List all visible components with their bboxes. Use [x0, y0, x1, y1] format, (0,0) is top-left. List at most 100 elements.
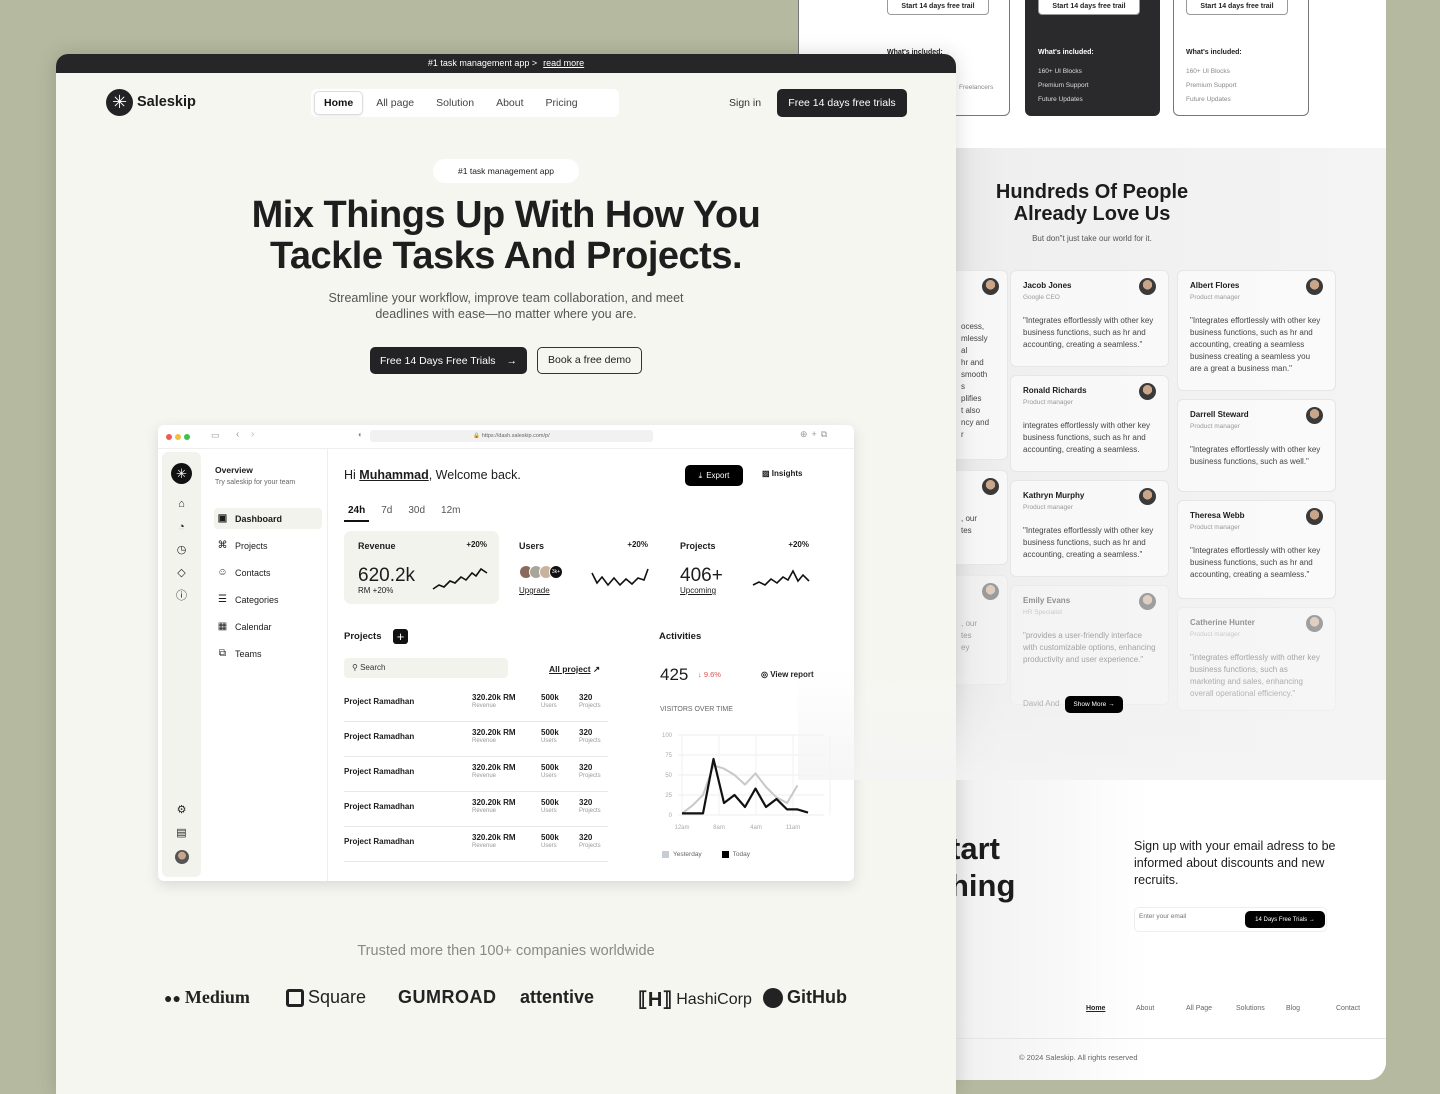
project-row[interactable]: Project Ramadhan 320.20k RM Revenue 500k U…: [344, 687, 608, 722]
reviewer-role: Google CEO: [1023, 294, 1060, 301]
sidebar-item-projects[interactable]: ⌘ Projects: [214, 535, 322, 556]
start-trial-button[interactable]: Start 14 days free trail: [1038, 0, 1140, 15]
insights-button[interactable]: ▨ Insights: [762, 469, 802, 478]
bank-icon[interactable]: ▤: [175, 827, 188, 840]
upcoming-link[interactable]: Upcoming: [680, 586, 716, 595]
start-trial-button[interactable]: Start 14 days free trail: [1186, 0, 1288, 15]
start-trial-button[interactable]: Start 14 days free trail: [887, 0, 989, 15]
project-row[interactable]: Project Ramadhan 320.20k RM Revenue 500k U…: [344, 792, 608, 827]
range-tab[interactable]: 24h: [344, 505, 370, 522]
project-row[interactable]: Project Ramadhan 320.20k RM Revenue 500k U…: [344, 757, 608, 792]
sidebar-item-categories[interactable]: ☰ Categories: [214, 589, 322, 610]
project-search-input[interactable]: ⚲ Search: [344, 658, 508, 678]
read-more-link[interactable]: read more: [543, 58, 584, 68]
sidebar-toggle-icon[interactable]: ▭: [211, 430, 220, 441]
review-quote: "integrates effortlessly with other key …: [1190, 653, 1320, 698]
nav-home[interactable]: Home: [314, 91, 364, 115]
partial-quote-line: al: [961, 346, 968, 355]
feature-item: Future Updates: [1038, 96, 1083, 103]
footer-link[interactable]: Contact: [1336, 1005, 1386, 1012]
partial-quote-line: smooth: [961, 370, 988, 379]
footer-link[interactable]: Solutions: [1236, 1005, 1286, 1012]
download-icon: ⤓: [698, 470, 703, 480]
testimonial-card: Jacob Jones Google CEO "Integrates effortl…: [1010, 270, 1169, 367]
testimonial-partial-name: David And: [1023, 699, 1060, 708]
chart-title: VISITORS OVER TIME: [660, 706, 733, 713]
reviewer-role: Product manager: [1190, 524, 1240, 531]
square-logo: Square: [286, 987, 366, 1008]
review-quote: "Integrates effortlessly with other key …: [1190, 546, 1321, 579]
pricing-card-featured: Start 14 days free trail What's included…: [1025, 0, 1160, 116]
newsletter-heading: tart hing: [950, 831, 1016, 903]
pricing-card: Start 14 days free trail What's included…: [1173, 0, 1309, 116]
email-field[interactable]: 14 Days Free Trials →: [1134, 907, 1327, 932]
sidebar: Overview Try saleskip for your team ▣ Das…: [202, 448, 328, 881]
back-icon[interactable]: ‹: [236, 429, 239, 440]
feature-item: Future Updates: [1186, 96, 1231, 103]
sidebar-item-calendar[interactable]: ▦ Calendar: [214, 616, 322, 637]
nav-solution[interactable]: Solution: [427, 92, 483, 114]
address-bar[interactable]: 🔒 https://dash.saleskip.com/p/: [370, 430, 653, 442]
subscribe-button[interactable]: 14 Days Free Trials →: [1245, 911, 1325, 928]
forward-icon[interactable]: ›: [251, 429, 254, 440]
nav-all-page[interactable]: All page: [367, 92, 423, 114]
review-quote: "Integrates effortlessly with other key …: [1023, 316, 1154, 349]
y-tick-label: 75: [665, 753, 672, 759]
range-tabs: 24h 7d 30d 12m: [344, 505, 473, 522]
show-more-button[interactable]: Show More →: [1065, 696, 1123, 713]
footer-link[interactable]: About: [1136, 1005, 1186, 1012]
view-report-button[interactable]: ◎ View report: [761, 670, 814, 679]
book-demo-button[interactable]: Book a free demo: [537, 347, 642, 374]
projects-sparkline: [752, 569, 810, 586]
footer-link[interactable]: Blog: [1286, 1005, 1336, 1012]
reviewer-name: Emily Evans: [1023, 596, 1071, 605]
project-row[interactable]: Project Ramadhan 320.20k RM Revenue 500k U…: [344, 827, 608, 862]
avatar[interactable]: [175, 850, 189, 864]
hero-trial-button[interactable]: Free 14 Days Free Trials →: [370, 347, 527, 374]
footer-link[interactable]: All Page: [1186, 1005, 1236, 1012]
sidebar-item-dashboard[interactable]: ▣ Dashboard: [214, 508, 322, 529]
nav-pricing[interactable]: Pricing: [537, 92, 587, 114]
arrow-right-icon: →: [506, 354, 518, 367]
command-icon: ⌘: [217, 540, 228, 551]
brand-name[interactable]: Saleskip: [137, 94, 196, 110]
sidebar-item-teams[interactable]: ⧉ Teams: [214, 643, 322, 664]
range-tab[interactable]: 30d: [404, 505, 429, 522]
y-tick-label: 50: [665, 773, 672, 779]
analytics-icon[interactable]: ◔: [175, 521, 188, 534]
contacts-icon: ☺: [217, 567, 228, 578]
home-icon[interactable]: ⌂: [175, 498, 188, 511]
info-icon[interactable]: ⓘ: [175, 590, 188, 603]
pie-chart-icon[interactable]: ◷: [175, 544, 188, 557]
export-button[interactable]: ⤓ Export: [685, 465, 743, 486]
sign-in-link[interactable]: Sign in: [729, 97, 761, 109]
free-trial-button[interactable]: Free 14 days free trials: [777, 89, 907, 117]
reviewer-name: Darrell Steward: [1190, 410, 1249, 419]
range-tab[interactable]: 12m: [437, 505, 464, 522]
range-tab[interactable]: 7d: [377, 505, 396, 522]
partial-quote-line: tes: [961, 526, 972, 535]
settings-icon[interactable]: ⚙: [175, 804, 188, 817]
project-row[interactable]: Project Ramadhan 320.20k RM Revenue 500k U…: [344, 722, 608, 757]
sidebar-item-contacts[interactable]: ☺ Contacts: [214, 562, 322, 583]
upgrade-link[interactable]: Upgrade: [519, 586, 550, 595]
attentive-logo: attentive: [520, 987, 595, 1007]
chat-icon[interactable]: ◇: [175, 567, 188, 580]
all-projects-link[interactable]: All project ↗: [549, 664, 600, 675]
announcement-text: #1 task management app >: [427, 58, 538, 68]
x-tick-label: 4am: [750, 825, 762, 831]
footer-link[interactable]: Home: [1086, 1005, 1136, 1012]
reviewer-name: Catherine Hunter: [1190, 618, 1255, 627]
nav-about[interactable]: About: [487, 92, 532, 114]
hero-badge: #1 task management app: [433, 159, 579, 183]
search-icon: ⚲: [352, 663, 358, 672]
avatar: [1139, 593, 1156, 610]
browser-actions[interactable]: ⊕+⧉: [800, 429, 831, 440]
testimonial-card: Kathryn Murphy Product manager "Integrates…: [1010, 480, 1169, 577]
x-tick-label: 8am: [713, 825, 725, 831]
review-quote: "Integrates effortlessly with other key …: [1190, 316, 1321, 373]
reviewer-name: Albert Flores: [1190, 281, 1240, 290]
email-input[interactable]: [1139, 913, 1239, 920]
add-project-button[interactable]: +: [393, 629, 408, 644]
announcement-bar: #1 task management app > read more: [56, 54, 956, 73]
